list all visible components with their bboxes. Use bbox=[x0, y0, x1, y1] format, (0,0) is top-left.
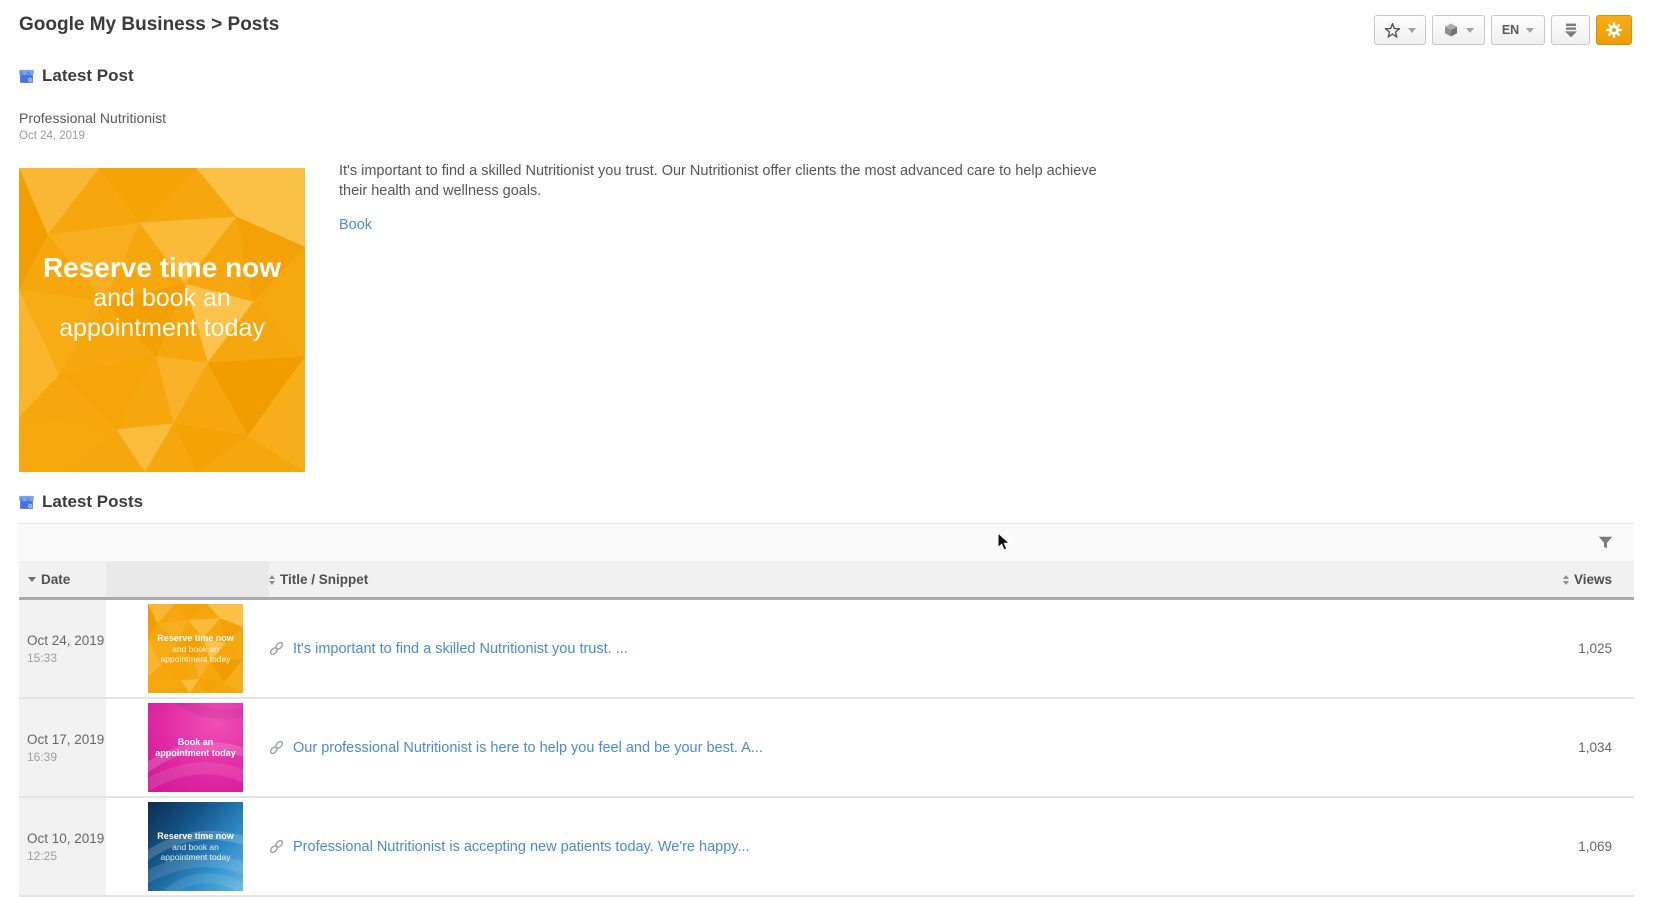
date-cell: Oct 24, 2019 15:33 bbox=[19, 600, 106, 697]
thumb-line: appointment today bbox=[160, 852, 231, 862]
post-thumbnail: Book an appointment today bbox=[148, 703, 243, 792]
star-icon bbox=[1384, 22, 1401, 39]
sort-desc-icon bbox=[28, 577, 36, 582]
row-date: Oct 10, 2019 bbox=[27, 830, 105, 846]
toolbar: EN bbox=[1374, 15, 1632, 45]
section-title: Latest Posts bbox=[42, 492, 144, 511]
mouse-cursor-icon bbox=[997, 531, 1012, 557]
post-date: Oct 24, 2019 bbox=[19, 130, 85, 142]
title-cell: Our professional Nutritionist is here to… bbox=[269, 699, 1434, 796]
image-text-line: and book an bbox=[93, 284, 231, 312]
google-my-business-icon bbox=[18, 68, 35, 85]
sort-both-icon bbox=[269, 574, 275, 585]
latest-posts-section-header: Latest Posts bbox=[18, 492, 143, 512]
post-thumbnail: Reserve time now and book an appointment… bbox=[148, 802, 243, 891]
posts-table: Date Title / Snippet Views Oct 24, 2019 … bbox=[19, 523, 1634, 897]
table-row: Oct 10, 2019 12:25 Reserve time now and … bbox=[19, 798, 1634, 897]
views-cell: 1,069 bbox=[1578, 839, 1612, 854]
views-cell: 1,025 bbox=[1578, 641, 1612, 656]
column-label: Date bbox=[41, 572, 71, 587]
thumb-line: and book an bbox=[172, 842, 219, 852]
date-cell: Oct 10, 2019 12:25 bbox=[19, 798, 106, 895]
post-title-link[interactable]: Our professional Nutritionist is here to… bbox=[293, 740, 763, 756]
post-title-link[interactable]: Professional Nutritionist is accepting n… bbox=[293, 839, 750, 855]
gear-icon bbox=[1605, 21, 1623, 39]
row-date: Oct 17, 2019 bbox=[27, 731, 105, 747]
chevron-down-icon bbox=[1526, 27, 1535, 33]
row-time: 15:33 bbox=[27, 650, 58, 665]
post-title-link[interactable]: It's important to find a skilled Nutriti… bbox=[293, 641, 628, 657]
thumb-line: Reserve time now bbox=[157, 633, 234, 643]
title-cell: Professional Nutritionist is accepting n… bbox=[269, 798, 1434, 895]
cube-icon bbox=[1443, 22, 1459, 38]
table-row: Oct 17, 2019 16:39 Book an appointment t… bbox=[19, 699, 1634, 798]
post-body-line: It's important to find a skilled Nutriti… bbox=[339, 163, 1097, 179]
link-icon bbox=[269, 641, 284, 656]
thumbnail-text: Reserve time now and book an appointment… bbox=[148, 802, 243, 891]
chevron-down-icon bbox=[1408, 27, 1416, 33]
column-header-date[interactable]: Date bbox=[19, 562, 106, 597]
row-time: 12:25 bbox=[27, 848, 58, 863]
post-title: Professional Nutritionist bbox=[19, 110, 167, 126]
thumbnail-text: Book an appointment today bbox=[148, 703, 243, 792]
chevron-down-icon bbox=[1466, 27, 1474, 33]
link-icon bbox=[269, 740, 284, 755]
filter-icon[interactable] bbox=[1598, 536, 1613, 550]
language-label: EN bbox=[1501, 23, 1520, 37]
row-date: Oct 24, 2019 bbox=[27, 632, 105, 648]
section-title: Latest Post bbox=[42, 66, 134, 85]
views-cell: 1,034 bbox=[1578, 740, 1612, 755]
post-image-text: Reserve time now and book an appointment… bbox=[19, 168, 305, 472]
table-header-row: Date Title / Snippet Views bbox=[19, 562, 1634, 600]
column-label: Views bbox=[1573, 572, 1612, 587]
row-time: 16:39 bbox=[27, 749, 58, 764]
google-my-business-icon bbox=[18, 494, 35, 511]
table-filter-bar bbox=[19, 523, 1634, 562]
thumbnail-cell: Reserve time now and book an appointment… bbox=[106, 600, 269, 697]
widgets-button[interactable] bbox=[1432, 15, 1485, 45]
thumb-line: Book an bbox=[177, 736, 214, 747]
image-text-line: appointment today bbox=[59, 314, 265, 342]
image-text-line: Reserve time now bbox=[42, 252, 282, 283]
settings-button[interactable] bbox=[1596, 15, 1632, 45]
date-cell: Oct 17, 2019 16:39 bbox=[19, 699, 106, 796]
column-header-title[interactable]: Title / Snippet bbox=[269, 562, 1434, 597]
page-title: Google My Business > Posts bbox=[19, 14, 280, 35]
thumbnail-cell: Book an appointment today bbox=[106, 699, 269, 796]
download-icon bbox=[1562, 22, 1580, 38]
column-label: Title / Snippet bbox=[280, 572, 369, 587]
sort-both-icon bbox=[1562, 574, 1569, 585]
post-body: It's important to find a skilled Nutriti… bbox=[339, 162, 1097, 201]
post-body-line: their health and wellness goals. bbox=[339, 182, 542, 199]
column-header-views[interactable]: Views bbox=[1434, 562, 1634, 597]
favorite-button[interactable] bbox=[1374, 15, 1426, 45]
thumbnail-cell: Reserve time now and book an appointment… bbox=[106, 798, 269, 895]
table-row: Oct 24, 2019 15:33 Reserve time now and … bbox=[19, 600, 1634, 699]
link-icon bbox=[269, 839, 284, 854]
latest-post-section-header: Latest Post bbox=[18, 66, 134, 86]
language-button[interactable]: EN bbox=[1491, 15, 1545, 45]
download-button[interactable] bbox=[1551, 15, 1590, 45]
thumb-line: appointment today bbox=[160, 654, 231, 664]
title-cell: It's important to find a skilled Nutriti… bbox=[269, 600, 1434, 697]
book-link[interactable]: Book bbox=[339, 217, 372, 233]
thumb-line: and book an bbox=[172, 644, 219, 654]
thumbnail-text: Reserve time now and book an appointment… bbox=[148, 604, 243, 693]
thumb-line: Reserve time now bbox=[157, 831, 234, 841]
column-header-thumbnail[interactable] bbox=[106, 562, 269, 597]
post-image: Reserve time now and book an appointment… bbox=[19, 168, 305, 472]
thumb-line: appointment today bbox=[155, 747, 236, 758]
post-thumbnail: Reserve time now and book an appointment… bbox=[148, 604, 243, 693]
